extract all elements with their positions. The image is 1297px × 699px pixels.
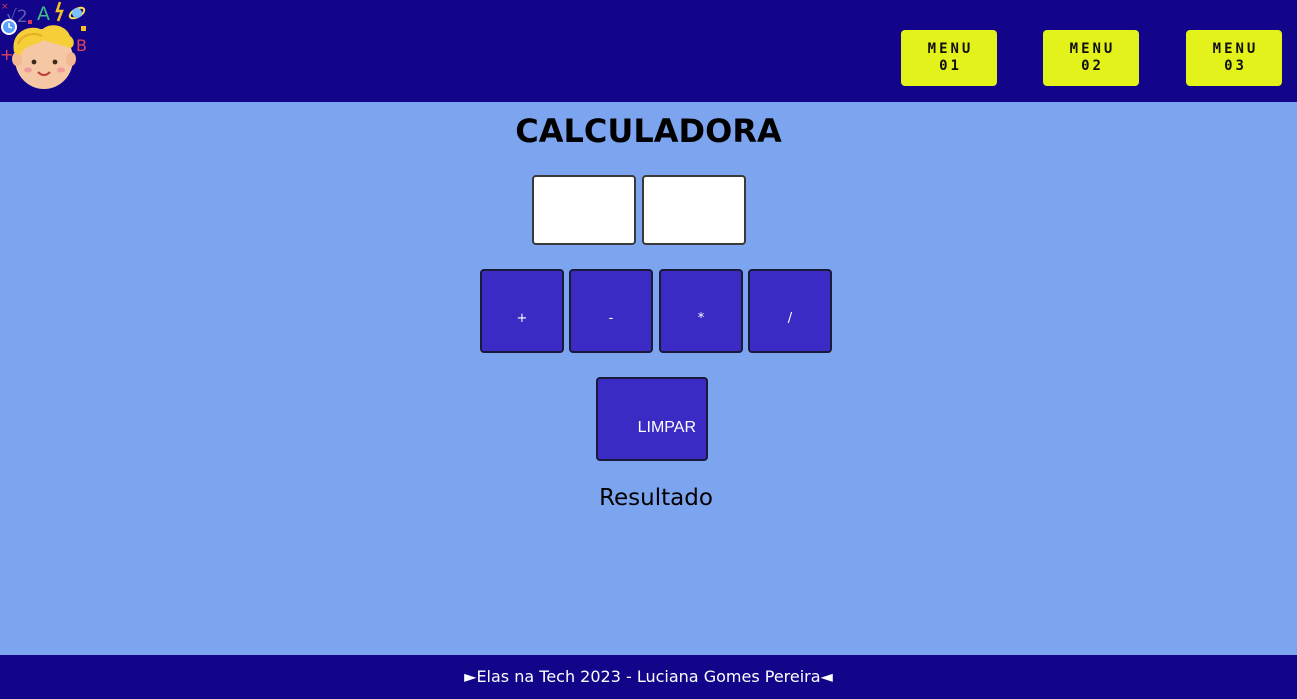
first-number-input[interactable] <box>532 175 636 245</box>
subtract-button[interactable]: - <box>569 269 653 353</box>
menu-02-number: 02 <box>1081 58 1104 74</box>
menu-01-button[interactable]: MENU 01 <box>901 30 997 86</box>
second-number-input[interactable] <box>642 175 746 245</box>
menu-02-label: MENU <box>1069 41 1116 57</box>
menu-01-number: 01 <box>939 58 962 74</box>
logo-kid-math-icon: × √2 A B + <box>0 1 87 89</box>
page-title: CALCULADORA <box>515 112 782 150</box>
header: × √2 A B + MENU 01 MENU 02 MENU 03 <box>0 0 1297 102</box>
result-text: Resultado <box>599 485 713 511</box>
menu-03-number: 03 <box>1224 58 1247 74</box>
svg-text:+: + <box>0 45 13 64</box>
menu-03-button[interactable]: MENU 03 <box>1186 30 1282 86</box>
logo-letter-a: A <box>37 3 50 25</box>
divide-button[interactable]: / <box>748 269 832 353</box>
add-button[interactable]: + <box>480 269 564 353</box>
footer: ►Elas na Tech 2023 - Luciana Gomes Perei… <box>0 655 1297 699</box>
footer-text: ►Elas na Tech 2023 - Luciana Gomes Perei… <box>464 667 833 686</box>
menu-02-button[interactable]: MENU 02 <box>1043 30 1139 86</box>
menu-01-label: MENU <box>927 41 974 57</box>
clear-button[interactable]: LIMPAR <box>596 377 708 461</box>
logo-letter-b: B <box>76 36 87 55</box>
multiply-button[interactable]: * <box>659 269 743 353</box>
menu-03-label: MENU <box>1212 41 1259 57</box>
